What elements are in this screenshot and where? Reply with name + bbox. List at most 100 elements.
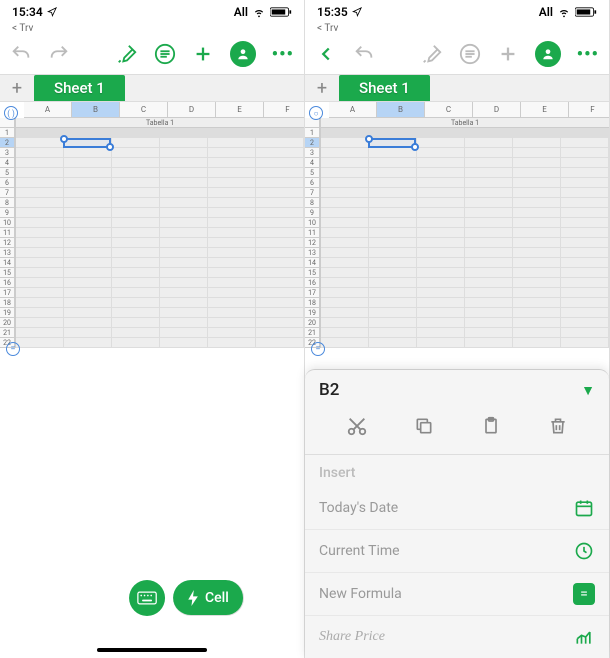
row-header[interactable]: 17 (0, 288, 15, 298)
paste-button[interactable] (477, 412, 505, 440)
cell[interactable] (64, 298, 112, 308)
cell[interactable] (369, 308, 417, 318)
cell[interactable] (561, 318, 609, 328)
cell[interactable] (256, 198, 304, 208)
cell[interactable] (369, 258, 417, 268)
cell[interactable] (321, 198, 369, 208)
col-header[interactable]: B (72, 102, 120, 117)
cell[interactable] (465, 318, 513, 328)
cell[interactable] (369, 188, 417, 198)
row-header[interactable]: 7 (0, 188, 15, 198)
cell[interactable] (16, 318, 64, 328)
cell[interactable] (417, 338, 465, 348)
cell[interactable] (321, 248, 369, 258)
cell[interactable] (112, 218, 160, 228)
spreadsheet[interactable]: ○ A B C D E F 12345678910111213141516171… (305, 102, 609, 362)
cell[interactable] (369, 198, 417, 208)
cell[interactable] (256, 218, 304, 228)
add-sheet-button[interactable]: + (0, 75, 34, 101)
cell[interactable] (160, 148, 208, 158)
cell[interactable] (561, 238, 609, 248)
cell[interactable] (417, 178, 465, 188)
cell-button[interactable]: Cell (173, 580, 244, 616)
cell[interactable] (208, 208, 256, 218)
cell[interactable] (256, 158, 304, 168)
row-header[interactable]: 13 (305, 248, 320, 258)
cell[interactable] (256, 318, 304, 328)
row-header[interactable]: 4 (305, 158, 320, 168)
cell[interactable] (465, 178, 513, 188)
home-indicator[interactable] (97, 648, 207, 652)
cell[interactable] (112, 138, 160, 148)
cell[interactable] (16, 158, 64, 168)
row-header[interactable]: 20 (305, 318, 320, 328)
cell[interactable] (561, 228, 609, 238)
cut-button[interactable] (343, 412, 371, 440)
cell[interactable] (256, 258, 304, 268)
cell[interactable] (208, 168, 256, 178)
more-icon[interactable]: ••• (577, 44, 599, 65)
cell[interactable] (64, 278, 112, 288)
cell[interactable] (417, 318, 465, 328)
row-header[interactable]: 14 (0, 258, 15, 268)
row-header[interactable]: 15 (305, 268, 320, 278)
insert-today-row[interactable]: Today's Date (305, 487, 609, 530)
cell[interactable] (64, 198, 112, 208)
row-header[interactable]: 3 (305, 148, 320, 158)
row-header[interactable]: 10 (0, 218, 15, 228)
cell[interactable] (16, 258, 64, 268)
cell[interactable] (513, 128, 561, 138)
cell[interactable] (465, 148, 513, 158)
redo-icon[interactable] (48, 43, 70, 65)
row-header[interactable]: 4 (0, 158, 15, 168)
cell[interactable] (256, 168, 304, 178)
col-header[interactable]: B (377, 102, 425, 117)
cell[interactable] (369, 318, 417, 328)
profile-icon[interactable] (535, 41, 561, 67)
profile-icon[interactable] (230, 41, 256, 67)
cell[interactable] (256, 298, 304, 308)
cell[interactable] (513, 188, 561, 198)
cell[interactable] (417, 328, 465, 338)
plus-icon[interactable] (497, 43, 519, 65)
cell[interactable] (160, 208, 208, 218)
cell[interactable] (112, 318, 160, 328)
cell[interactable] (465, 328, 513, 338)
cell[interactable] (561, 338, 609, 348)
cell[interactable] (112, 238, 160, 248)
cell[interactable] (208, 298, 256, 308)
cell[interactable] (160, 308, 208, 318)
row-header[interactable]: 17 (305, 288, 320, 298)
cell[interactable] (160, 198, 208, 208)
cell[interactable] (417, 248, 465, 258)
cell[interactable] (112, 328, 160, 338)
cell[interactable] (208, 218, 256, 228)
row-header[interactable]: 11 (305, 228, 320, 238)
cell[interactable] (513, 168, 561, 178)
cell[interactable] (256, 288, 304, 298)
cell[interactable] (561, 298, 609, 308)
cell[interactable] (16, 208, 64, 218)
cell[interactable] (465, 278, 513, 288)
row-header[interactable]: 16 (305, 278, 320, 288)
cell[interactable] (321, 228, 369, 238)
cell[interactable] (208, 238, 256, 248)
cell[interactable] (16, 328, 64, 338)
cell[interactable] (112, 178, 160, 188)
cell[interactable] (369, 328, 417, 338)
cell[interactable] (112, 198, 160, 208)
cell[interactable] (513, 328, 561, 338)
cell[interactable] (208, 308, 256, 318)
col-header[interactable]: C (425, 102, 473, 117)
cell[interactable] (64, 258, 112, 268)
cell[interactable] (561, 178, 609, 188)
cell[interactable] (256, 128, 304, 138)
cell[interactable] (16, 128, 64, 138)
list-icon[interactable] (154, 43, 176, 65)
cell[interactable] (465, 238, 513, 248)
cell[interactable] (112, 268, 160, 278)
cell[interactable] (64, 168, 112, 178)
cell[interactable] (561, 248, 609, 258)
cell[interactable] (256, 248, 304, 258)
row-header[interactable]: 2 (305, 138, 320, 148)
